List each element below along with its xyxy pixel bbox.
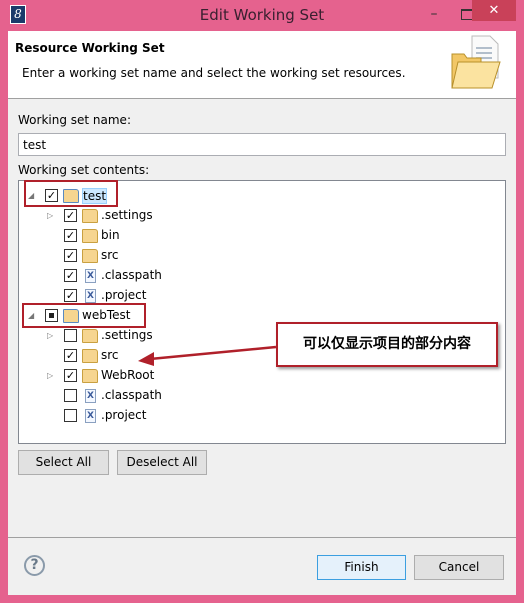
checkbox[interactable]: ✓ bbox=[64, 249, 77, 262]
tree-item[interactable]: X .classpath bbox=[19, 386, 505, 406]
expand-arrow-icon[interactable]: ▷ bbox=[47, 211, 53, 220]
tree-item-label: .project bbox=[101, 288, 147, 302]
tree-item-label: .classpath bbox=[101, 388, 162, 402]
tree-item[interactable]: ✓ X .classpath bbox=[19, 266, 505, 286]
deselect-all-button[interactable]: Deselect All bbox=[117, 450, 207, 475]
app-icon: 8 bbox=[10, 5, 26, 24]
checkbox[interactable] bbox=[64, 329, 77, 342]
folder-icon bbox=[82, 369, 98, 383]
working-set-name-input[interactable] bbox=[18, 133, 506, 156]
tree-item-label: WebRoot bbox=[101, 368, 155, 382]
xml-file-icon: X bbox=[85, 409, 96, 423]
folder-icon bbox=[82, 329, 98, 343]
tree-item[interactable]: X .project bbox=[19, 406, 505, 426]
tree-item-label: .settings bbox=[101, 208, 153, 222]
checkbox[interactable]: ✓ bbox=[64, 209, 77, 222]
highlight-box-webtest bbox=[22, 303, 146, 328]
tree-item-label: src bbox=[101, 248, 119, 262]
xml-file-icon: X bbox=[85, 389, 96, 403]
tree-item-label: .classpath bbox=[101, 268, 162, 282]
header-title: Resource Working Set bbox=[15, 41, 165, 55]
tree-item-label: .project bbox=[101, 408, 147, 422]
folder-icon bbox=[82, 349, 98, 363]
name-label: Working set name: bbox=[18, 113, 131, 127]
checkbox[interactable]: ✓ bbox=[64, 349, 77, 362]
tree-item[interactable]: ▷ ✓ .settings bbox=[19, 206, 505, 226]
checkbox[interactable]: ✓ bbox=[64, 289, 77, 302]
tree-item[interactable]: ✓ bin bbox=[19, 226, 505, 246]
tree-item[interactable]: ✓ src bbox=[19, 246, 505, 266]
folder-icon bbox=[82, 249, 98, 263]
cancel-button[interactable]: Cancel bbox=[414, 555, 504, 580]
folder-icon bbox=[82, 229, 98, 243]
help-icon[interactable]: ? bbox=[24, 555, 45, 576]
tree-item-label: bin bbox=[101, 228, 120, 242]
close-button[interactable]: ✕ bbox=[472, 0, 516, 21]
expand-arrow-icon[interactable]: ▷ bbox=[47, 371, 53, 380]
divider bbox=[8, 537, 516, 538]
annotation-arrow bbox=[138, 345, 277, 366]
finish-button[interactable]: Finish bbox=[317, 555, 406, 580]
xml-file-icon: X bbox=[85, 289, 96, 303]
annotation-callout: 可以仅显示项目的部分内容 bbox=[276, 322, 498, 367]
contents-label: Working set contents: bbox=[18, 163, 150, 177]
window-title: Edit Working Set bbox=[199, 6, 325, 24]
checkbox[interactable]: ✓ bbox=[64, 229, 77, 242]
highlight-box-test bbox=[24, 180, 118, 207]
checkbox[interactable]: ✓ bbox=[64, 369, 77, 382]
checkbox[interactable] bbox=[64, 409, 77, 422]
checkbox[interactable]: ✓ bbox=[64, 269, 77, 282]
expand-arrow-icon[interactable]: ▷ bbox=[47, 331, 53, 340]
checkbox[interactable] bbox=[64, 389, 77, 402]
folder-icon bbox=[82, 209, 98, 223]
folder-document-icon bbox=[451, 35, 501, 89]
header-description: Enter a working set name and select the … bbox=[22, 66, 406, 80]
select-all-button[interactable]: Select All bbox=[18, 450, 109, 475]
xml-file-icon: X bbox=[85, 269, 96, 283]
tree-item-label: src bbox=[101, 348, 119, 362]
minimize-button[interactable]: – bbox=[424, 6, 444, 22]
